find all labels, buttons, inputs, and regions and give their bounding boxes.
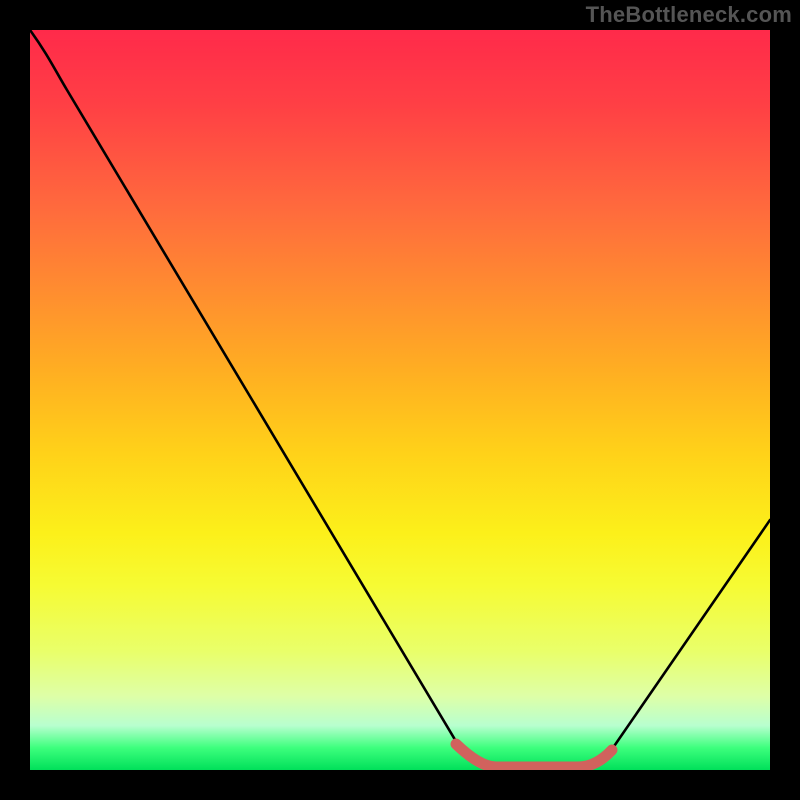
watermark-text: TheBottleneck.com	[586, 2, 792, 28]
plot-area	[30, 30, 770, 770]
bottleneck-curve	[30, 30, 770, 767]
curve-layer	[30, 30, 770, 770]
chart-frame: TheBottleneck.com	[0, 0, 800, 800]
optimal-band-highlight	[456, 744, 612, 767]
